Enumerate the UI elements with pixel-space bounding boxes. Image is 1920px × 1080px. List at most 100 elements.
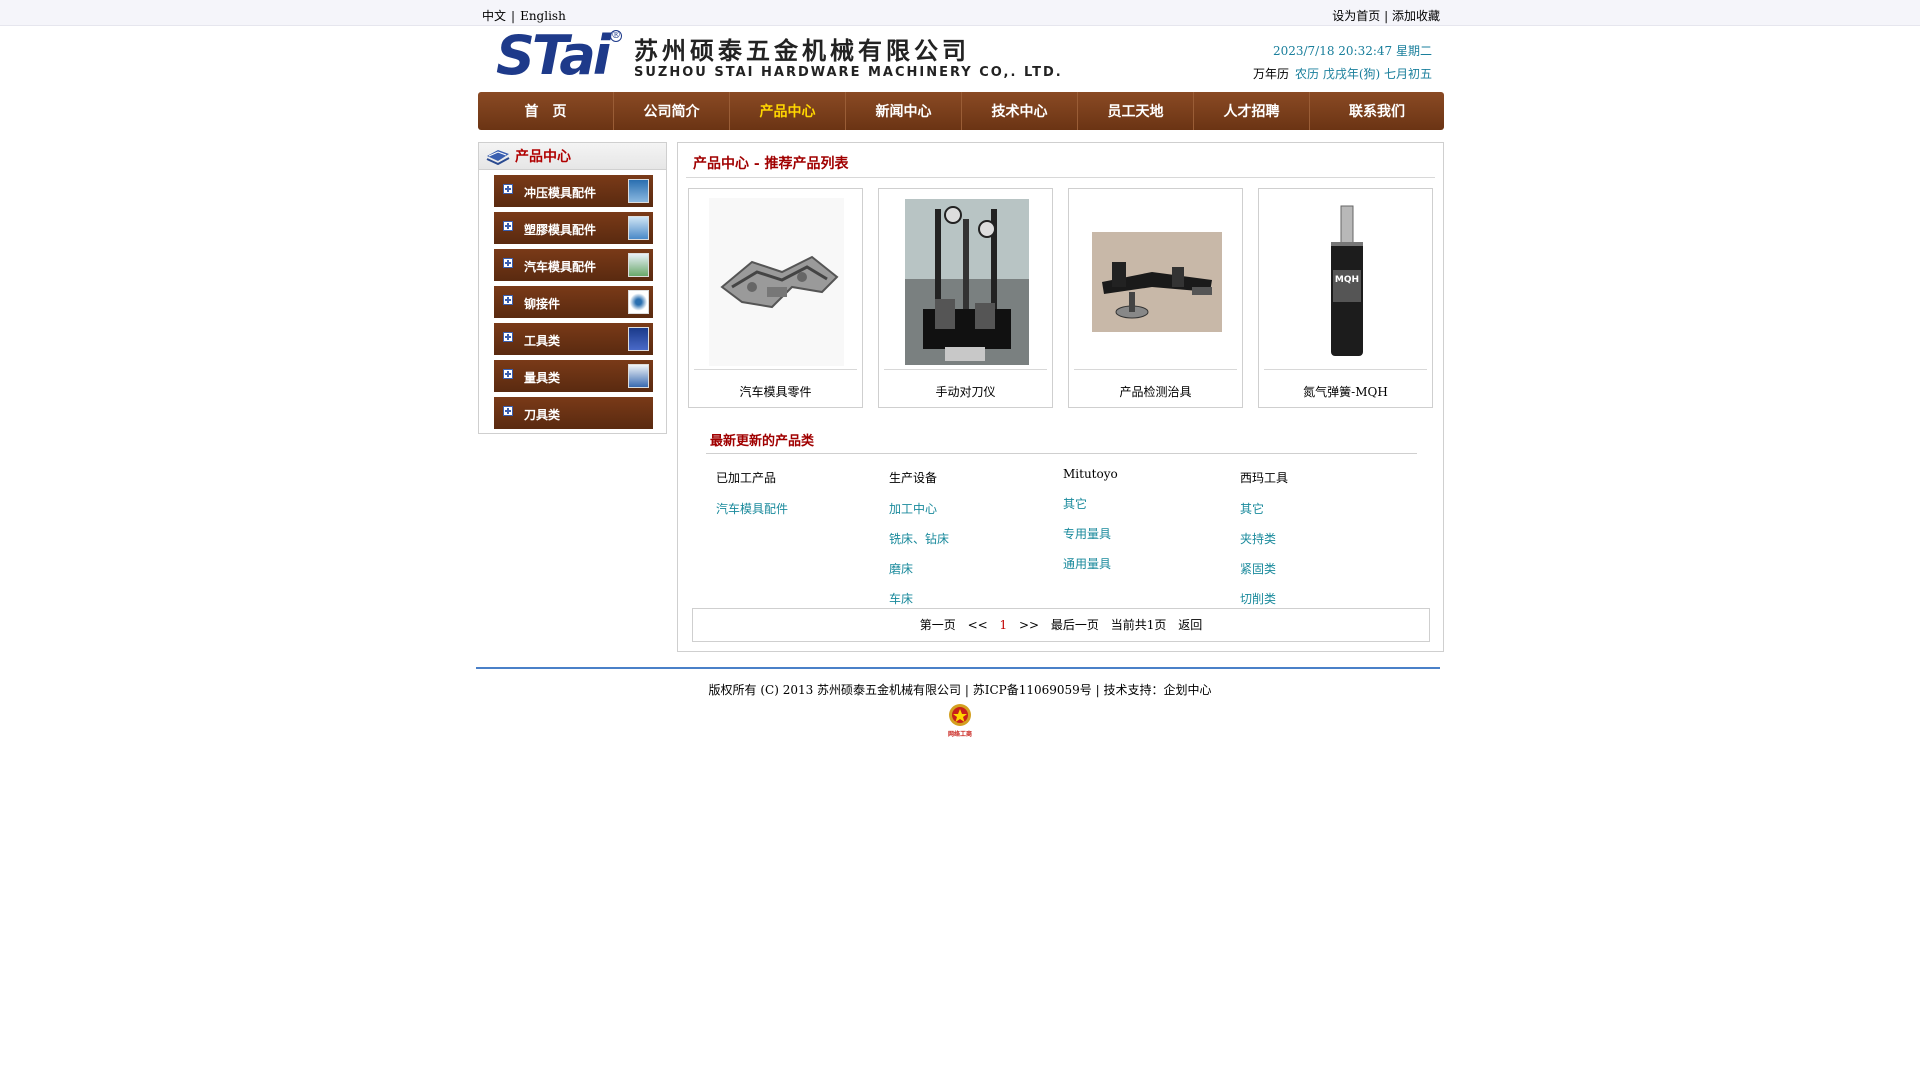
current-datetime: 2023/7/18 20:32:47 星期二 [1272,44,1432,58]
sidebar-item-rivets[interactable]: 铆接件 [494,286,653,318]
expand-plus-icon [503,184,513,194]
nav-recruitment[interactable]: 人才招聘 [1194,92,1310,130]
product-name[interactable]: 产品检测治具 [1069,383,1242,400]
main-content: 产品中心 - 推荐产品列表 汽车模具零件 手动对刀仪 产品检测治具 MQH 氮气… [677,142,1444,652]
book-icon [486,150,510,165]
pager-last[interactable]: 最后一页 [1051,618,1099,632]
expand-plus-icon [503,369,513,379]
footer-divider [476,667,1440,669]
nav-company-profile[interactable]: 公司简介 [614,92,730,130]
category-thumbnail [628,253,649,277]
sidebar-item-label: 冲压模具配件 [524,186,597,200]
language-switcher: 中文 | English [482,7,566,24]
company-logo[interactable]: STai ® 苏州硕泰五金机械有限公司 SUZHOU STAI HARDWARE… [496,26,1063,86]
product-card-inspection-fixture[interactable]: 产品检测治具 [1068,188,1243,408]
sidebar-item-cutting-tools[interactable]: 刀具类 [494,397,653,429]
category-heading[interactable]: 已加工产品 [716,469,886,486]
product-image: MQH [1279,198,1414,366]
business-license-badge-icon[interactable]: 网络工商 [945,702,975,738]
product-name[interactable]: 手动对刀仪 [879,383,1052,400]
sidebar-item-tools[interactable]: 工具类 [494,323,653,355]
company-name-en: SUZHOU STAI HARDWARE MACHINERY CO,. LTD. [634,64,1063,80]
company-name-cn: 苏州硕泰五金机械有限公司 [634,36,970,65]
nav-home[interactable]: 首 页 [478,92,614,130]
logo-mark: STai ® [496,26,626,86]
category-link[interactable]: 专用量具 [1063,525,1233,542]
nav-staff[interactable]: 员工天地 [1078,92,1194,130]
calendar-label[interactable]: 万年历 [1253,67,1289,81]
sidebar-item-auto-mold-parts[interactable]: 汽车模具配件 [494,249,653,281]
sidebar-item-label: 量具类 [524,371,561,385]
category-column-processed: 已加工产品 汽车模具配件 [716,469,886,530]
sidebar-item-stamping-die-parts[interactable]: 冲压模具配件 [494,175,653,207]
logo-wordmark: 苏州硕泰五金机械有限公司 SUZHOU STAI HARDWARE MACHIN… [634,37,1063,80]
pager-first[interactable]: 第一页 [920,618,956,632]
tool-presetter-icon [904,199,1029,365]
lang-english-link[interactable]: English [520,9,566,23]
nav-products[interactable]: 产品中心 [730,92,846,130]
inspection-fixture-icon [1091,232,1222,332]
sidebar-item-label: 铆接件 [524,297,561,311]
nav-contact[interactable]: 联系我们 [1310,92,1444,130]
product-card-tool-presetter[interactable]: 手动对刀仪 [878,188,1053,408]
category-link[interactable]: 车床 [889,590,1059,607]
badge-text: 网络工商 [948,730,972,738]
sidebar-item-measuring-tools[interactable]: 量具类 [494,360,653,392]
category-link[interactable]: 通用量具 [1063,555,1233,572]
nav-news[interactable]: 新闻中心 [846,92,962,130]
category-link[interactable]: 加工中心 [889,500,1059,517]
product-card-auto-mold-part[interactable]: 汽车模具零件 [688,188,863,408]
sidebar-item-plastic-mold-parts[interactable]: 塑膠模具配件 [494,212,653,244]
category-link[interactable]: 紧固类 [1240,560,1410,577]
set-homepage-link[interactable]: 设为首页 [1332,9,1380,23]
add-favorite-link[interactable]: 添加收藏 [1392,9,1440,23]
mqh-label: MQH [1334,275,1358,285]
expand-plus-icon [503,406,513,416]
expand-plus-icon [503,332,513,342]
mold-part-icon [719,255,838,309]
category-heading[interactable]: 西玛工具 [1240,469,1410,486]
footer-copyright: 版权所有 (C) 2013 苏州硕泰五金机械有限公司 | 苏ICP备110690… [708,683,1212,697]
header: STai ® 苏州硕泰五金机械有限公司 SUZHOU STAI HARDWARE… [478,26,1444,88]
category-heading[interactable]: Mitutoyo [1063,467,1233,481]
card-divider [884,369,1047,370]
lang-chinese-link[interactable]: 中文 [482,9,506,23]
pager-prev[interactable]: << [968,618,988,632]
registered-icon: ® [610,30,622,42]
category-link[interactable]: 铣床、钻床 [889,530,1059,547]
category-link[interactable]: 汽车模具配件 [716,500,886,517]
category-thumbnail [628,290,649,314]
category-link[interactable]: 其它 [1240,500,1410,517]
category-column-equipment: 生产设备 加工中心 铣床、钻床 磨床 车床 [889,469,1059,620]
toplinks-separator: | [1384,9,1389,23]
category-thumbnail [628,216,649,240]
pager-back[interactable]: 返回 [1178,618,1202,632]
latest-divider [706,453,1417,454]
nav-technology[interactable]: 技术中心 [962,92,1078,130]
sidebar-item-label: 工具类 [524,334,561,348]
card-divider [1074,369,1237,370]
expand-plus-icon [503,295,513,305]
lunar-calendar: 万年历 农历 戊戌年(狗) 七月初五 [1253,65,1432,82]
top-links: 设为首页 | 添加收藏 [1332,7,1440,24]
expand-plus-icon [503,221,513,231]
product-name[interactable]: 氮气弹簧-MQH [1259,383,1432,400]
pager-next[interactable]: >> [1019,618,1039,632]
pager-current-page[interactable]: 1 [1000,618,1008,632]
category-link[interactable]: 切削类 [1240,590,1410,607]
sidebar-item-label: 刀具类 [524,408,561,422]
pager-total: 当前共1页 [1110,618,1167,632]
category-thumbnail [628,179,649,203]
category-link[interactable]: 夹持类 [1240,530,1410,547]
product-name[interactable]: 汽车模具零件 [689,383,862,400]
pagination: 第一页 << 1 >> 最后一页 当前共1页 返回 [692,608,1430,642]
lunar-date: 农历 戊戌年(狗) 七月初五 [1295,67,1432,81]
card-divider [694,369,857,370]
product-card-nitrogen-spring[interactable]: MQH 氮气弹簧-MQH [1258,188,1433,408]
category-link[interactable]: 其它 [1063,495,1233,512]
latest-products-title: 最新更新的产品类 [710,434,815,449]
category-column-sima-tools: 西玛工具 其它 夹持类 紧固类 切削类 [1240,469,1410,620]
product-image [709,198,844,366]
category-heading[interactable]: 生产设备 [889,469,1059,486]
category-link[interactable]: 磨床 [889,560,1059,577]
